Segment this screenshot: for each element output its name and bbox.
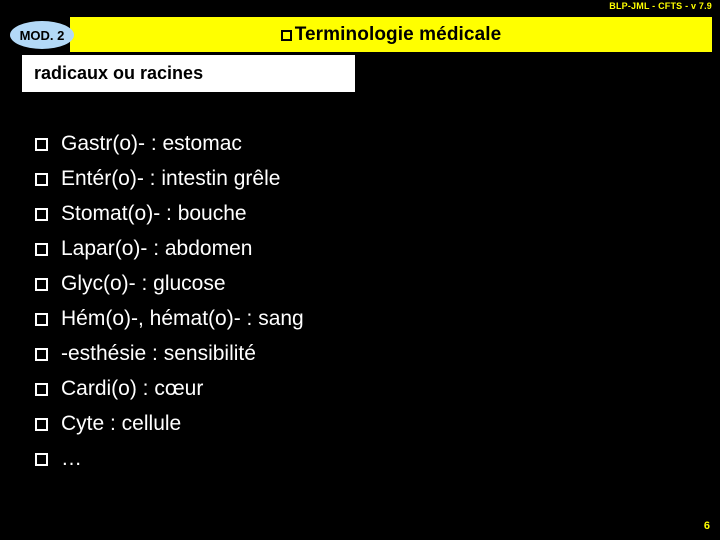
title-banner: Terminologie médicale <box>70 17 712 52</box>
module-badge-label: MOD. 2 <box>19 27 65 43</box>
page-number: 6 <box>703 520 710 532</box>
list-item-label: Hém(o)-, hémat(o)- : sang <box>61 306 304 330</box>
hollow-square-bullet-icon <box>35 383 48 396</box>
list-item-label: Gastr(o)- : estomac <box>61 131 242 155</box>
version-credit: BLP-JML - CFTS - v 7.9 <box>609 1 712 11</box>
list-item-label: Entér(o)- : intestin grêle <box>61 166 281 190</box>
list-item: … <box>35 441 685 476</box>
list-item: Cyte : cellule <box>35 406 685 441</box>
module-badge: MOD. 2 <box>10 21 74 49</box>
hollow-square-bullet-icon <box>35 313 48 326</box>
list-item: Stomat(o)- : bouche <box>35 196 685 231</box>
list-item-label: Stomat(o)- : bouche <box>61 201 247 225</box>
hollow-square-bullet-icon <box>35 453 48 466</box>
list-item: Hém(o)-, hémat(o)- : sang <box>35 301 685 336</box>
list-item: Gastr(o)- : estomac <box>35 126 685 161</box>
list-item-label: … <box>61 446 82 470</box>
hollow-square-bullet-icon <box>35 173 48 186</box>
list-item-label: -esthésie : sensibilité <box>61 341 256 365</box>
list-item: -esthésie : sensibilité <box>35 336 685 371</box>
list-item: Glyc(o)- : glucose <box>35 266 685 301</box>
slide-canvas: { "slide": { "credit": "BLP-JML - CFTS -… <box>0 0 720 540</box>
list-item: Cardi(o) : cœur <box>35 371 685 406</box>
subtitle-box: radicaux ou racines <box>22 55 355 92</box>
hollow-square-bullet-icon <box>35 243 48 256</box>
hollow-square-bullet-icon <box>35 418 48 431</box>
hollow-square-bullet-icon <box>35 278 48 291</box>
page-title: Terminologie médicale <box>294 23 502 45</box>
list-item: Lapar(o)- : abdomen <box>35 231 685 266</box>
subtitle-text: radicaux ou racines <box>34 63 204 83</box>
list-item-label: Glyc(o)- : glucose <box>61 271 226 295</box>
hollow-square-bullet-icon <box>35 208 48 221</box>
bullet-list: Gastr(o)- : estomac Entér(o)- : intestin… <box>35 126 685 476</box>
hollow-square-bullet-icon <box>35 138 48 151</box>
hollow-square-bullet-icon <box>35 348 48 361</box>
list-item-label: Cardi(o) : cœur <box>61 376 204 400</box>
list-item: Entér(o)- : intestin grêle <box>35 161 685 196</box>
list-item-label: Lapar(o)- : abdomen <box>61 236 253 260</box>
list-item-label: Cyte : cellule <box>61 411 182 435</box>
hollow-square-bullet-icon <box>280 30 292 41</box>
title-text-group: Terminologie médicale <box>280 23 502 46</box>
